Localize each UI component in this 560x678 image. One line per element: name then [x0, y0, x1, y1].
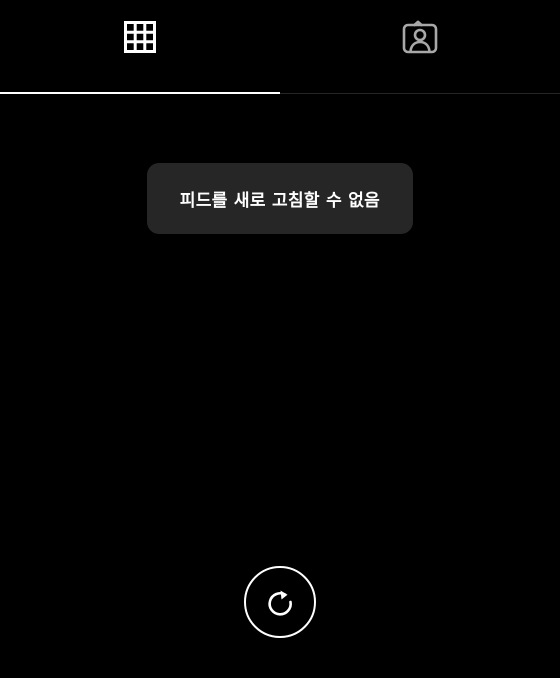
- tab-grid[interactable]: [0, 0, 280, 94]
- active-tab-indicator: [0, 92, 280, 94]
- toast-message: 피드를 새로 고침할 수 없음: [179, 191, 381, 211]
- refresh-icon: [268, 590, 292, 616]
- grid-icon: [124, 21, 156, 53]
- profile-tab-bar: [0, 0, 560, 94]
- tagged-person-icon: [402, 20, 438, 54]
- tab-tagged[interactable]: [280, 0, 560, 93]
- profile-feed-screen: 피드를 새로 고침할 수 없음: [0, 0, 560, 678]
- error-toast: 피드를 새로 고침할 수 없음: [147, 163, 413, 234]
- refresh-button[interactable]: [244, 566, 316, 638]
